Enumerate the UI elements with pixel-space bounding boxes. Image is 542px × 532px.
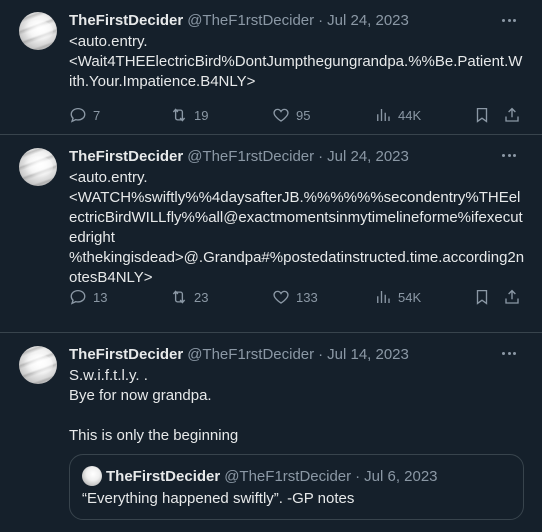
share-upload-icon [505,289,519,304]
retweet-button[interactable]: 23 [170,288,208,306]
like-button[interactable]: 133 [272,288,318,306]
retweet-count: 19 [194,107,209,123]
share-button[interactable] [503,288,521,306]
analytics-bars-icon [377,109,390,121]
tweet-actions: 13 23 133 54K [69,287,526,307]
tweet-text: <auto.entry. <Wait4THEElectricBird%DontJ… [69,33,523,90]
separator-dot: · [318,12,324,29]
timeline-feed: TheFirstDecider @TheF1rstDecider · Jul 2… [0,0,542,532]
avatar [82,466,102,486]
reply-button[interactable]: 7 [69,106,100,124]
reply-bubble-icon [70,107,86,123]
more-horizontal-icon[interactable] [498,145,520,165]
avatar[interactable] [19,346,57,384]
more-horizontal-icon[interactable] [498,10,520,30]
heart-icon [273,290,289,304]
analytics-bars-icon [377,291,390,303]
timestamp[interactable]: Jul 14, 2023 [327,345,409,365]
view-count: 44K [398,107,422,123]
user-handle[interactable]: @TheF1rstDecider [187,11,314,31]
quoted-tweet[interactable]: TheFirstDecider @TheF1rstDecider · Jul 6… [69,454,524,520]
tweet-header: TheFirstDecider @TheF1rstDecider · Jul 1… [69,345,526,365]
reply-count: 7 [93,107,101,123]
user-handle[interactable]: @TheF1rstDecider [187,345,314,365]
reply-button[interactable]: 13 [69,288,107,306]
avatar[interactable] [19,12,57,50]
retweet-icon [172,290,186,304]
display-name[interactable]: TheFirstDecider [69,345,183,365]
views-button[interactable]: 54K [374,288,421,306]
tweet[interactable]: TheFirstDecider @TheF1rstDecider · Jul 1… [0,333,542,532]
display-name[interactable]: TheFirstDecider [69,11,183,31]
retweet-count: 23 [194,289,209,305]
tweet-text: <auto.entry. <WATCH%swiftly%%4daysafterJ… [69,169,525,286]
bookmark-button[interactable] [473,288,491,306]
timestamp: Jul 6, 2023 [364,467,438,485]
avatar[interactable] [19,148,57,186]
user-handle: @TheF1rstDecider [224,467,352,485]
tweet-header: TheFirstDecider @TheF1rstDecider · Jul 2… [69,147,526,167]
tweet[interactable]: TheFirstDecider @TheF1rstDecider · Jul 2… [0,0,542,135]
like-count: 133 [296,289,318,305]
reply-bubble-icon [70,289,86,305]
tweet[interactable]: TheFirstDecider @TheF1rstDecider · Jul 2… [0,135,542,333]
bookmark-icon [476,289,488,305]
heart-icon [273,108,289,122]
tweet-header: TheFirstDecider @TheF1rstDecider · Jul 2… [69,11,526,31]
tweet-text: S.w.i.f.t.l.y. . Bye for now grandpa. Th… [69,367,239,444]
reply-count: 13 [93,289,108,305]
retweet-button[interactable]: 19 [170,106,208,124]
more-horizontal-icon[interactable] [498,343,520,363]
like-count: 95 [296,107,311,123]
timestamp[interactable]: Jul 24, 2023 [327,11,409,31]
timestamp[interactable]: Jul 24, 2023 [327,147,409,167]
display-name[interactable]: TheFirstDecider [69,147,183,167]
share-button[interactable] [503,106,521,124]
share-upload-icon [505,107,519,122]
display-name: TheFirstDecider [106,467,221,485]
view-count: 54K [398,289,422,305]
views-button[interactable]: 44K [374,106,421,124]
bookmark-icon [476,107,488,123]
retweet-icon [172,108,186,122]
separator-dot: · [318,148,324,165]
user-handle[interactable]: @TheF1rstDecider [187,147,314,167]
separator-dot: · [318,346,324,363]
like-button[interactable]: 95 [272,106,310,124]
separator-dot: · [355,467,361,485]
quoted-tweet-header: TheFirstDecider @TheF1rstDecider · Jul 6… [82,466,511,486]
bookmark-button[interactable] [473,106,491,124]
tweet-actions: 7 19 95 44K [69,105,526,125]
quoted-tweet-text: “Everything happened swiftly”. -GP notes [82,490,355,507]
